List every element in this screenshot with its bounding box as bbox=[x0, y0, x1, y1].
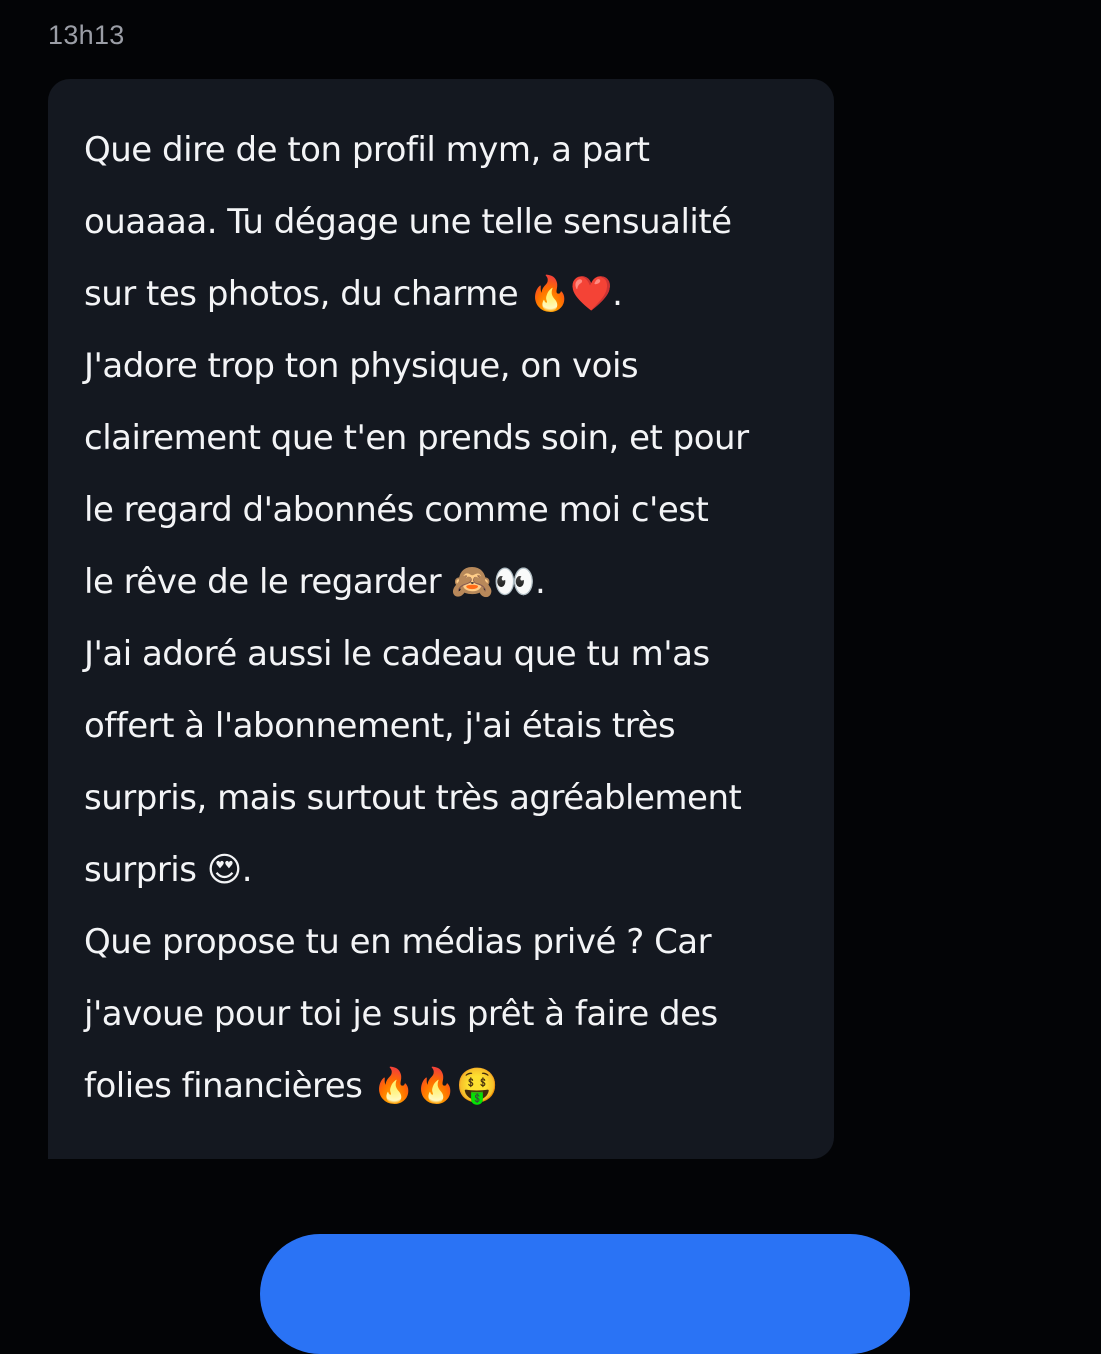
message-text-line: le regard d'abonnés comme moi c'est bbox=[84, 490, 709, 530]
primary-action-button[interactable] bbox=[260, 1234, 910, 1354]
message-text-line: J'adore trop ton physique, on vois bbox=[84, 346, 639, 386]
message-text-line: offert à l'abonnement, j'ai étais très bbox=[84, 706, 676, 746]
message-text-line: J'ai adoré aussi le cadeau que tu m'as bbox=[84, 634, 710, 674]
received-message-bubble[interactable]: Que dire de ton profil mym, a part ouaaa… bbox=[48, 79, 834, 1159]
message-text-line: ouaaaa. Tu dégage une telle sensualité bbox=[84, 202, 732, 242]
message-text-line: Que dire de ton profil mym, a part bbox=[84, 130, 650, 170]
message-text-line: le rêve de le regarder 🙈👀. bbox=[84, 562, 546, 602]
message-text-line: Que propose tu en médias privé ? Car bbox=[84, 922, 712, 962]
message-text-line: sur tes photos, du charme 🔥❤️. bbox=[84, 274, 623, 314]
message-timestamp: 13h13 bbox=[48, 20, 125, 50]
message-text-line: clairement que t'en prends soin, et pour bbox=[84, 418, 749, 458]
message-text-line: surpris 😍. bbox=[84, 850, 253, 890]
message-text-line: surpris, mais surtout très agréablement bbox=[84, 778, 742, 818]
message-text-line: folies financières 🔥🔥🤑 bbox=[84, 1066, 499, 1106]
message-text-line: j'avoue pour toi je suis prêt à faire de… bbox=[84, 994, 718, 1034]
